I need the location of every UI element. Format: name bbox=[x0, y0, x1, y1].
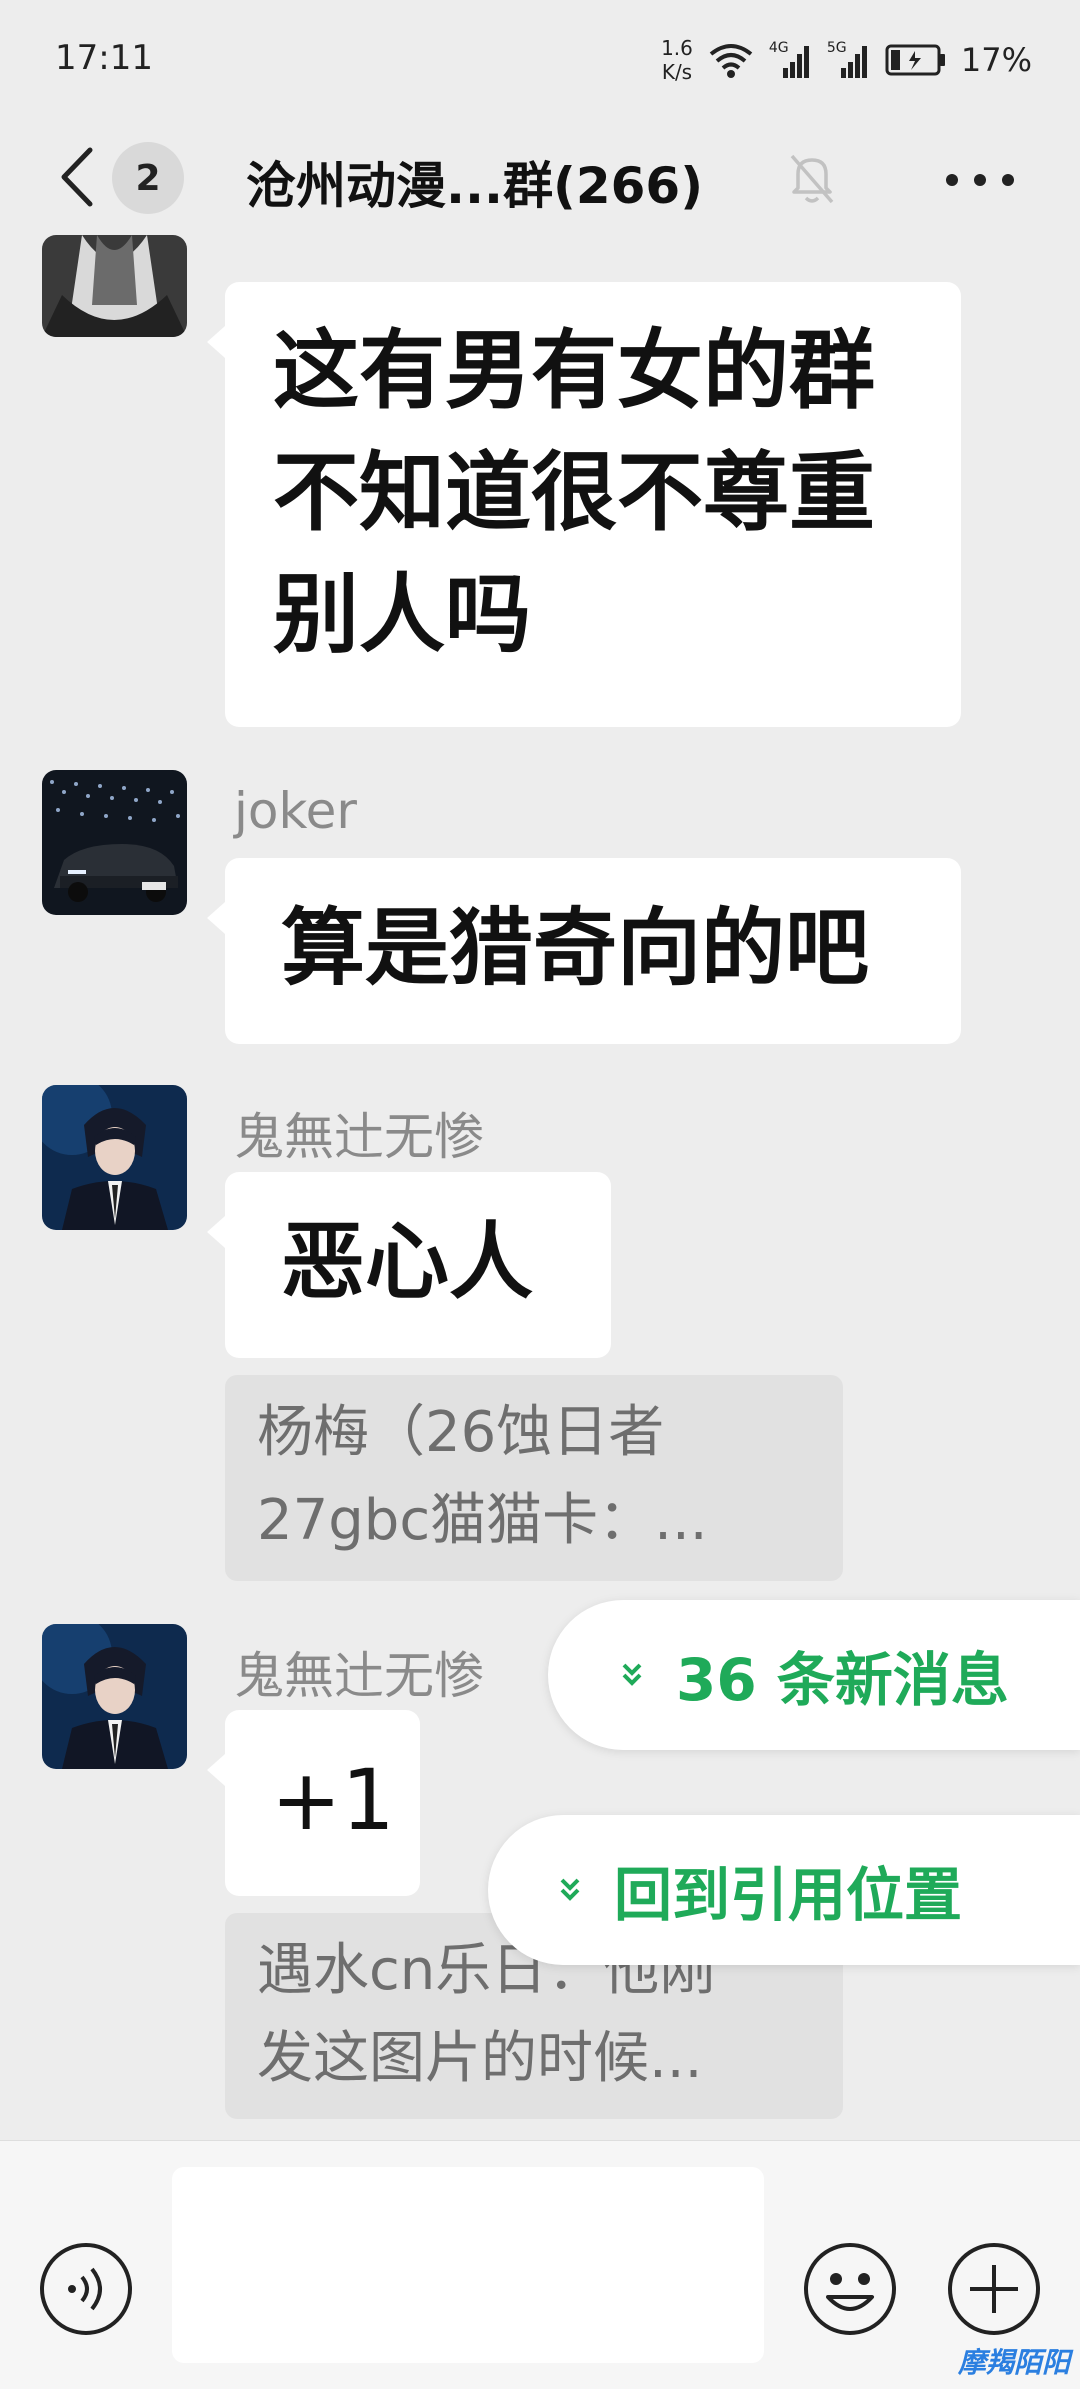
status-time: 17:11 bbox=[55, 38, 153, 78]
plus-button[interactable] bbox=[946, 2241, 1042, 2337]
unread-badge[interactable]: 2 bbox=[112, 142, 184, 214]
chevron-down-icon bbox=[622, 1663, 642, 1686]
more-dots-icon bbox=[946, 174, 1014, 186]
signal-4g: 4G bbox=[769, 40, 813, 80]
new-messages-label: 36 条新消息 bbox=[676, 1646, 1009, 1714]
chevron-left-icon bbox=[61, 147, 93, 207]
voice-icon bbox=[40, 2243, 132, 2335]
status-bar: 17:11 1.6 K/s 4G 5G 17% bbox=[0, 0, 1080, 120]
net-speed-value: 1.6 bbox=[661, 36, 693, 60]
signal-5g: 5G bbox=[827, 40, 871, 80]
new-messages-pill[interactable]: 36 条新消息 bbox=[548, 1600, 1080, 1750]
signal-bars-icon bbox=[840, 46, 867, 78]
message-bubble[interactable]: +1 bbox=[207, 1710, 420, 1896]
voice-button[interactable] bbox=[38, 2241, 134, 2337]
avatar[interactable] bbox=[42, 235, 187, 337]
bell-off-icon bbox=[784, 148, 840, 208]
avatar[interactable] bbox=[42, 770, 187, 915]
chat-title[interactable]: 沧州动漫...群(266) bbox=[246, 146, 703, 218]
message-text: +1 bbox=[271, 1751, 395, 1849]
wifi-icon bbox=[709, 44, 753, 78]
emoji-icon bbox=[804, 2243, 896, 2335]
back-to-quote-pill[interactable]: 回到引用位置 bbox=[488, 1815, 1080, 1965]
watermark: 摩羯陌阳 bbox=[957, 2346, 1070, 2379]
net-speed-unit: K/s bbox=[661, 60, 693, 84]
emoji-button[interactable] bbox=[802, 2241, 898, 2337]
message-text: 恶心人 bbox=[281, 1213, 534, 1311]
avatar[interactable] bbox=[42, 1624, 187, 1769]
message-text: 这有男有女的群 不知道很不尊重 别人吗 bbox=[273, 321, 875, 665]
chat-header: 2 沧州动漫...群(266) bbox=[0, 120, 1080, 235]
back-to-quote-label: 回到引用位置 bbox=[614, 1861, 963, 1929]
message-bubble[interactable]: 这有男有女的群 不知道很不尊重 别人吗 bbox=[207, 282, 961, 727]
sender-name: joker bbox=[234, 782, 357, 840]
input-bar: 摩羯陌阳 bbox=[0, 2140, 1080, 2389]
back-button[interactable] bbox=[50, 142, 110, 212]
status-icons: 1.6 K/s 4G 5G 17% bbox=[661, 30, 1032, 90]
chevron-down-icon bbox=[560, 1878, 580, 1901]
message-input[interactable] bbox=[172, 2167, 764, 2363]
avatar[interactable] bbox=[42, 1085, 187, 1230]
message-bubble[interactable]: 恶心人 bbox=[207, 1172, 611, 1358]
message-text: 算是猎奇向的吧 bbox=[281, 899, 870, 997]
battery-icon bbox=[885, 44, 945, 76]
quoted-message[interactable]: 杨梅（26蚀日者 27gbc猫猫卡：... bbox=[225, 1375, 843, 1581]
signal-bars-icon bbox=[782, 46, 809, 78]
message-bubble[interactable]: 算是猎奇向的吧 bbox=[207, 858, 961, 1044]
sender-name: 鬼無辻无惨 bbox=[234, 1108, 484, 1166]
plus-icon bbox=[948, 2243, 1040, 2335]
more-button[interactable] bbox=[940, 155, 1020, 205]
sender-name: 鬼無辻无惨 bbox=[234, 1647, 484, 1705]
battery-percent: 17% bbox=[960, 41, 1032, 79]
net-speed: 1.6 K/s bbox=[661, 36, 693, 84]
